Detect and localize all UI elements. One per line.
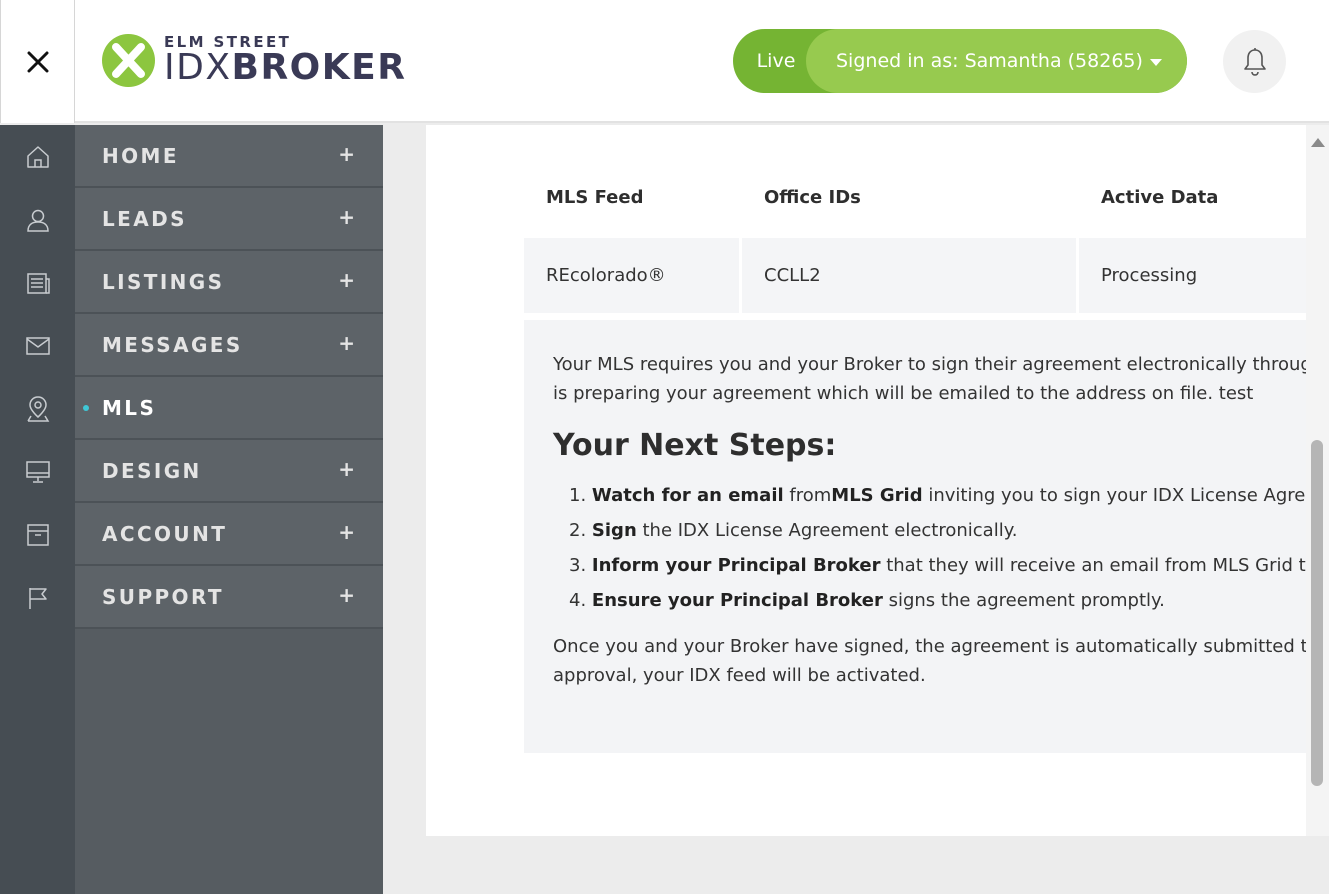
rail-home[interactable] [0, 125, 75, 188]
outro-text-line-1: Once you and your Broker have signed, th… [553, 636, 1306, 657]
cell-active-data: Processing [1079, 238, 1306, 313]
nav-item-label: MESSAGES [102, 332, 243, 357]
mail-icon [25, 336, 50, 355]
nav-item-listings[interactable]: LISTINGS + [75, 251, 383, 314]
notifications-button[interactable] [1223, 30, 1286, 93]
nav-item-mls[interactable]: MLS [75, 377, 383, 440]
close-icon [27, 51, 48, 72]
listings-icon [26, 272, 50, 294]
column-header-office-ids: Office IDs [764, 187, 861, 208]
nav-item-label: LISTINGS [102, 269, 225, 294]
map-pin-icon [26, 395, 49, 422]
rail-listings[interactable] [0, 251, 75, 314]
column-header-active-data: Active Data [1101, 187, 1219, 208]
archive-icon [26, 523, 49, 546]
bell-icon [1243, 47, 1266, 76]
logo-x-mark-icon [102, 34, 155, 87]
logo-idx-text: IDX [164, 47, 232, 88]
nav-item-messages[interactable]: MESSAGES + [75, 314, 383, 377]
intro-text-line-1: Your MLS requires you and your Broker to… [553, 354, 1306, 375]
logo-main-text: IDXBROKER [164, 47, 406, 89]
mls-panel: MLS Feed Office IDs Active Data REcolora… [426, 125, 1306, 836]
side-nav: HOME + LEADS + LISTINGS + MESSAGES + MLS… [75, 125, 383, 894]
expand-plus-icon[interactable]: + [338, 142, 355, 166]
column-header-mls-feed: MLS Feed [546, 187, 644, 208]
rail-support[interactable] [0, 566, 75, 629]
active-indicator-dot [83, 405, 89, 411]
cell-office-ids: CCLL2 [742, 238, 1079, 313]
list-item: 1. Watch for an email fromMLS Grid invit… [569, 485, 1306, 506]
list-item: 4. Ensure your Principal Broker signs th… [569, 590, 1165, 611]
user-icon [26, 209, 49, 232]
nav-item-design[interactable]: DESIGN + [75, 440, 383, 503]
nav-item-home[interactable]: HOME + [75, 125, 383, 188]
cell-mls-feed: REcolorado® [524, 238, 742, 313]
nav-item-label: MLS [102, 395, 157, 420]
nav-item-support[interactable]: SUPPORT + [75, 566, 383, 629]
main-content: MLS Feed Office IDs Active Data REcolora… [383, 125, 1329, 894]
rail-account[interactable] [0, 503, 75, 566]
rail-design[interactable] [0, 440, 75, 503]
nav-item-label: SUPPORT [102, 584, 224, 609]
intro-text-line-2: is preparing your agreement which will b… [553, 383, 1254, 404]
list-item: 3. Inform your Principal Broker that the… [569, 555, 1306, 576]
idx-broker-logo[interactable]: ELM STREET IDXBROKER [102, 33, 405, 89]
nav-item-account[interactable]: ACCOUNT + [75, 503, 383, 566]
expand-plus-icon[interactable]: + [338, 520, 355, 544]
logo-broker-text: BROKER [231, 47, 407, 88]
home-icon [26, 145, 49, 168]
monitor-icon [25, 460, 50, 483]
list-item: 2. Sign the IDX License Agreement electr… [569, 520, 1018, 541]
caret-down-icon [1149, 58, 1162, 66]
nav-item-label: LEADS [102, 206, 187, 231]
account-switcher-button[interactable]: Signed in as: Samantha (58265) [806, 29, 1187, 93]
agreement-info-box: Your MLS requires you and your Broker to… [524, 317, 1306, 753]
top-header: ELM STREET IDXBROKER Live Signed in as: … [0, 0, 1329, 123]
close-menu-button[interactable] [0, 0, 75, 123]
expand-plus-icon[interactable]: + [338, 205, 355, 229]
nav-item-leads[interactable]: LEADS + [75, 188, 383, 251]
expand-plus-icon[interactable]: + [338, 331, 355, 355]
expand-plus-icon[interactable]: + [338, 457, 355, 481]
table-row: REcolorado® CCLL2 Processing [524, 238, 1306, 313]
outro-text-line-2: approval, your IDX feed will be activate… [553, 665, 926, 686]
nav-item-label: ACCOUNT [102, 521, 228, 546]
nav-item-label: DESIGN [102, 458, 202, 483]
steps-heading: Your Next Steps: [553, 428, 837, 463]
rail-leads[interactable] [0, 188, 75, 251]
scroll-thumb[interactable] [1311, 440, 1323, 786]
environment-pill: Live Signed in as: Samantha (58265) [733, 29, 1187, 93]
nav-item-label: HOME [102, 143, 179, 168]
rail-mls[interactable] [0, 377, 75, 440]
vertical-scrollbar[interactable] [1306, 125, 1329, 836]
expand-plus-icon[interactable]: + [338, 268, 355, 292]
expand-plus-icon[interactable]: + [338, 583, 355, 607]
flag-icon [28, 587, 47, 609]
scroll-up-arrow-icon[interactable] [1311, 138, 1325, 147]
icon-rail [0, 125, 75, 894]
signed-in-label: Signed in as: Samantha (58265) [836, 50, 1143, 72]
app-root: ELM STREET IDXBROKER Live Signed in as: … [0, 0, 1329, 894]
rail-messages[interactable] [0, 314, 75, 377]
